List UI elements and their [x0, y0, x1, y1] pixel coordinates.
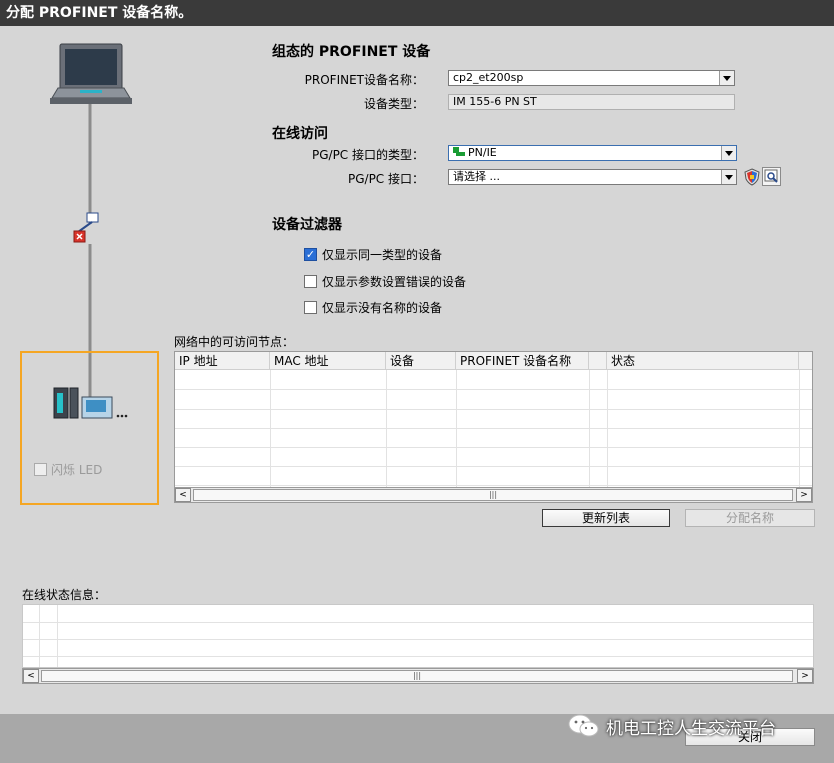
filter-bad-params-label: 仅显示参数设置错误的设备: [322, 275, 467, 289]
device-name-label: PROFINET设备名称：: [304, 73, 424, 87]
device-type-field: IM 155-6 PN ST: [448, 94, 735, 110]
watermark-text: 机电工控人生交流平台: [606, 718, 776, 739]
column-device[interactable]: 设备: [386, 352, 456, 370]
table-row[interactable]: [175, 409, 812, 429]
filter-no-name[interactable]: 仅显示没有名称的设备: [304, 299, 442, 316]
interface-type-combo[interactable]: PN/IE: [448, 145, 737, 161]
interface-value: 请选择 ...: [453, 170, 500, 183]
ethernet-icon: [453, 147, 465, 157]
table-row[interactable]: [175, 466, 812, 486]
column-profinet-name[interactable]: PROFINET 设备名称: [456, 352, 589, 370]
device-type-label: 设备类型：: [363, 97, 424, 111]
nodes-table-scrollbar[interactable]: < ||| >: [174, 487, 813, 503]
status-caption: 在线状态信息：: [22, 588, 107, 602]
interface-type-value: PN/IE: [468, 146, 497, 159]
title-bar: 分配 PROFINET 设备名称。: [0, 0, 834, 26]
pg-pc-icon: [50, 43, 132, 104]
column-mac[interactable]: MAC 地址: [270, 352, 386, 370]
device-name-value: cp2_et200sp: [453, 71, 524, 84]
scroll-left-button[interactable]: <: [23, 669, 39, 683]
status-scrollbar[interactable]: < ||| >: [22, 668, 814, 684]
filter-same-type-checkbox[interactable]: [304, 248, 317, 261]
column-ip[interactable]: IP 地址: [175, 352, 270, 370]
magnifier-icon: [764, 169, 778, 183]
shield-icon[interactable]: [743, 168, 761, 186]
target-device-frame: 闪烁 LED: [20, 351, 159, 505]
flash-led-option[interactable]: 闪烁 LED: [34, 461, 102, 478]
watermark: 机电工控人生交流平台: [568, 713, 776, 739]
configured-device-heading: 组态的 PROFINET 设备: [272, 44, 431, 60]
filter-no-name-checkbox[interactable]: [304, 301, 317, 314]
wechat-icon: [568, 714, 599, 737]
filter-same-type-label: 仅显示同一类型的设备: [322, 248, 443, 262]
interface-label: PG/PC 接口：: [347, 172, 424, 186]
scrollbar-thumb[interactable]: |||: [41, 670, 793, 682]
interface-properties-button[interactable]: [762, 167, 781, 186]
chevron-down-icon[interactable]: [721, 146, 736, 160]
filter-bad-params[interactable]: 仅显示参数设置错误的设备: [304, 273, 466, 290]
flash-led-label: 闪烁 LED: [51, 463, 103, 477]
interface-type-label: PG/PC 接口的类型：: [311, 148, 424, 162]
chevron-down-icon[interactable]: [719, 71, 734, 85]
et200sp-device-icon: [53, 387, 128, 419]
online-access-heading: 在线访问: [272, 126, 328, 142]
table-row[interactable]: [175, 447, 812, 467]
column-end: [799, 352, 812, 370]
scroll-right-button[interactable]: >: [797, 669, 813, 683]
update-list-button[interactable]: 更新列表: [542, 509, 670, 527]
window-title: 分配 PROFINET 设备名称。: [6, 5, 193, 21]
device-filter-heading: 设备过滤器: [272, 217, 342, 233]
scroll-left-button[interactable]: <: [175, 488, 191, 502]
flash-led-checkbox[interactable]: [34, 463, 47, 476]
filter-same-type[interactable]: 仅显示同一类型的设备: [304, 246, 442, 263]
interface-combo[interactable]: 请选择 ...: [448, 169, 737, 185]
chevron-down-icon[interactable]: [721, 170, 736, 184]
table-row[interactable]: [175, 390, 812, 410]
nodes-caption: 网络中的可访问节点：: [174, 335, 295, 349]
device-type-value: IM 155-6 PN ST: [453, 95, 537, 108]
column-spacer[interactable]: [589, 352, 607, 370]
filter-no-name-label: 仅显示没有名称的设备: [322, 301, 443, 315]
filter-bad-params-checkbox[interactable]: [304, 275, 317, 288]
table-row[interactable]: [175, 370, 812, 390]
scroll-right-button[interactable]: >: [796, 488, 812, 502]
table-row[interactable]: [175, 428, 812, 448]
assign-name-button[interactable]: 分配名称: [685, 509, 815, 527]
scrollbar-thumb[interactable]: |||: [193, 489, 793, 501]
nodes-table[interactable]: IP 地址 MAC 地址 设备 PROFINET 设备名称 状态: [174, 351, 813, 488]
network-connector-icon: [77, 212, 99, 233]
device-name-combo[interactable]: cp2_et200sp: [448, 70, 735, 86]
column-status[interactable]: 状态: [607, 352, 799, 370]
connection-error-icon: [73, 230, 86, 243]
status-info-panel: [22, 604, 814, 668]
